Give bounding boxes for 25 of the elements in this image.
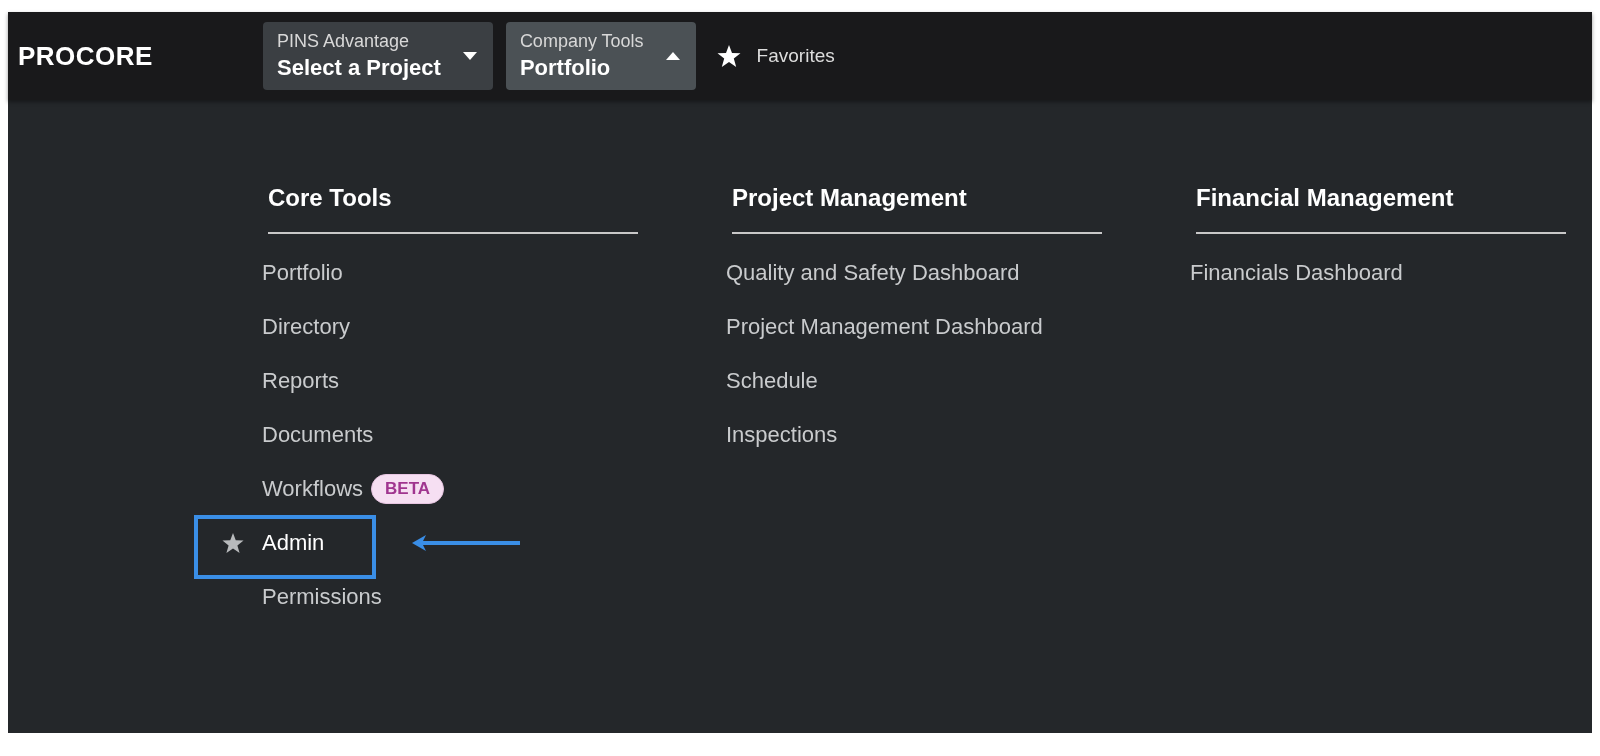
- menu-item[interactable]: Quality and Safety Dashboard: [726, 260, 1020, 286]
- caret-icon: [665, 52, 680, 60]
- beta-badge: BETA: [371, 474, 445, 504]
- menu-item[interactable]: Permissions: [262, 584, 382, 610]
- menu-item[interactable]: Documents: [262, 422, 374, 448]
- menu-item[interactable]: Reports: [262, 368, 340, 394]
- project-dropdown[interactable]: Company Tools Portfolio: [505, 22, 696, 90]
- project-dropdown[interactable]: PINS Advantage Select a Project: [263, 22, 493, 90]
- menu-item[interactable]: Admin: [262, 530, 325, 556]
- star-icon[interactable]: [716, 44, 741, 68]
- menu-item[interactable]: Inspections: [726, 422, 838, 448]
- logo[interactable]: PROCORE: [18, 40, 263, 72]
- star-icon[interactable]: [222, 532, 244, 554]
- menu-item[interactable]: Directory: [262, 314, 350, 340]
- menu-item[interactable]: Schedule: [726, 368, 818, 394]
- arrow-icon: [410, 534, 522, 552]
- menu-item[interactable]: Financials Dashboard: [1190, 260, 1403, 286]
- caret-icon: [462, 52, 477, 60]
- menu-item[interactable]: Portfolio: [262, 260, 343, 286]
- menu-item[interactable]: Workflows: [262, 476, 364, 502]
- column-heading: Core Tools: [268, 184, 638, 234]
- column-heading: Financial Management: [1196, 184, 1566, 234]
- favorites-link[interactable]: Favorites: [756, 45, 835, 67]
- menu-item[interactable]: Project Management Dashboard: [726, 314, 1043, 340]
- column-heading: Project Management: [732, 184, 1102, 234]
